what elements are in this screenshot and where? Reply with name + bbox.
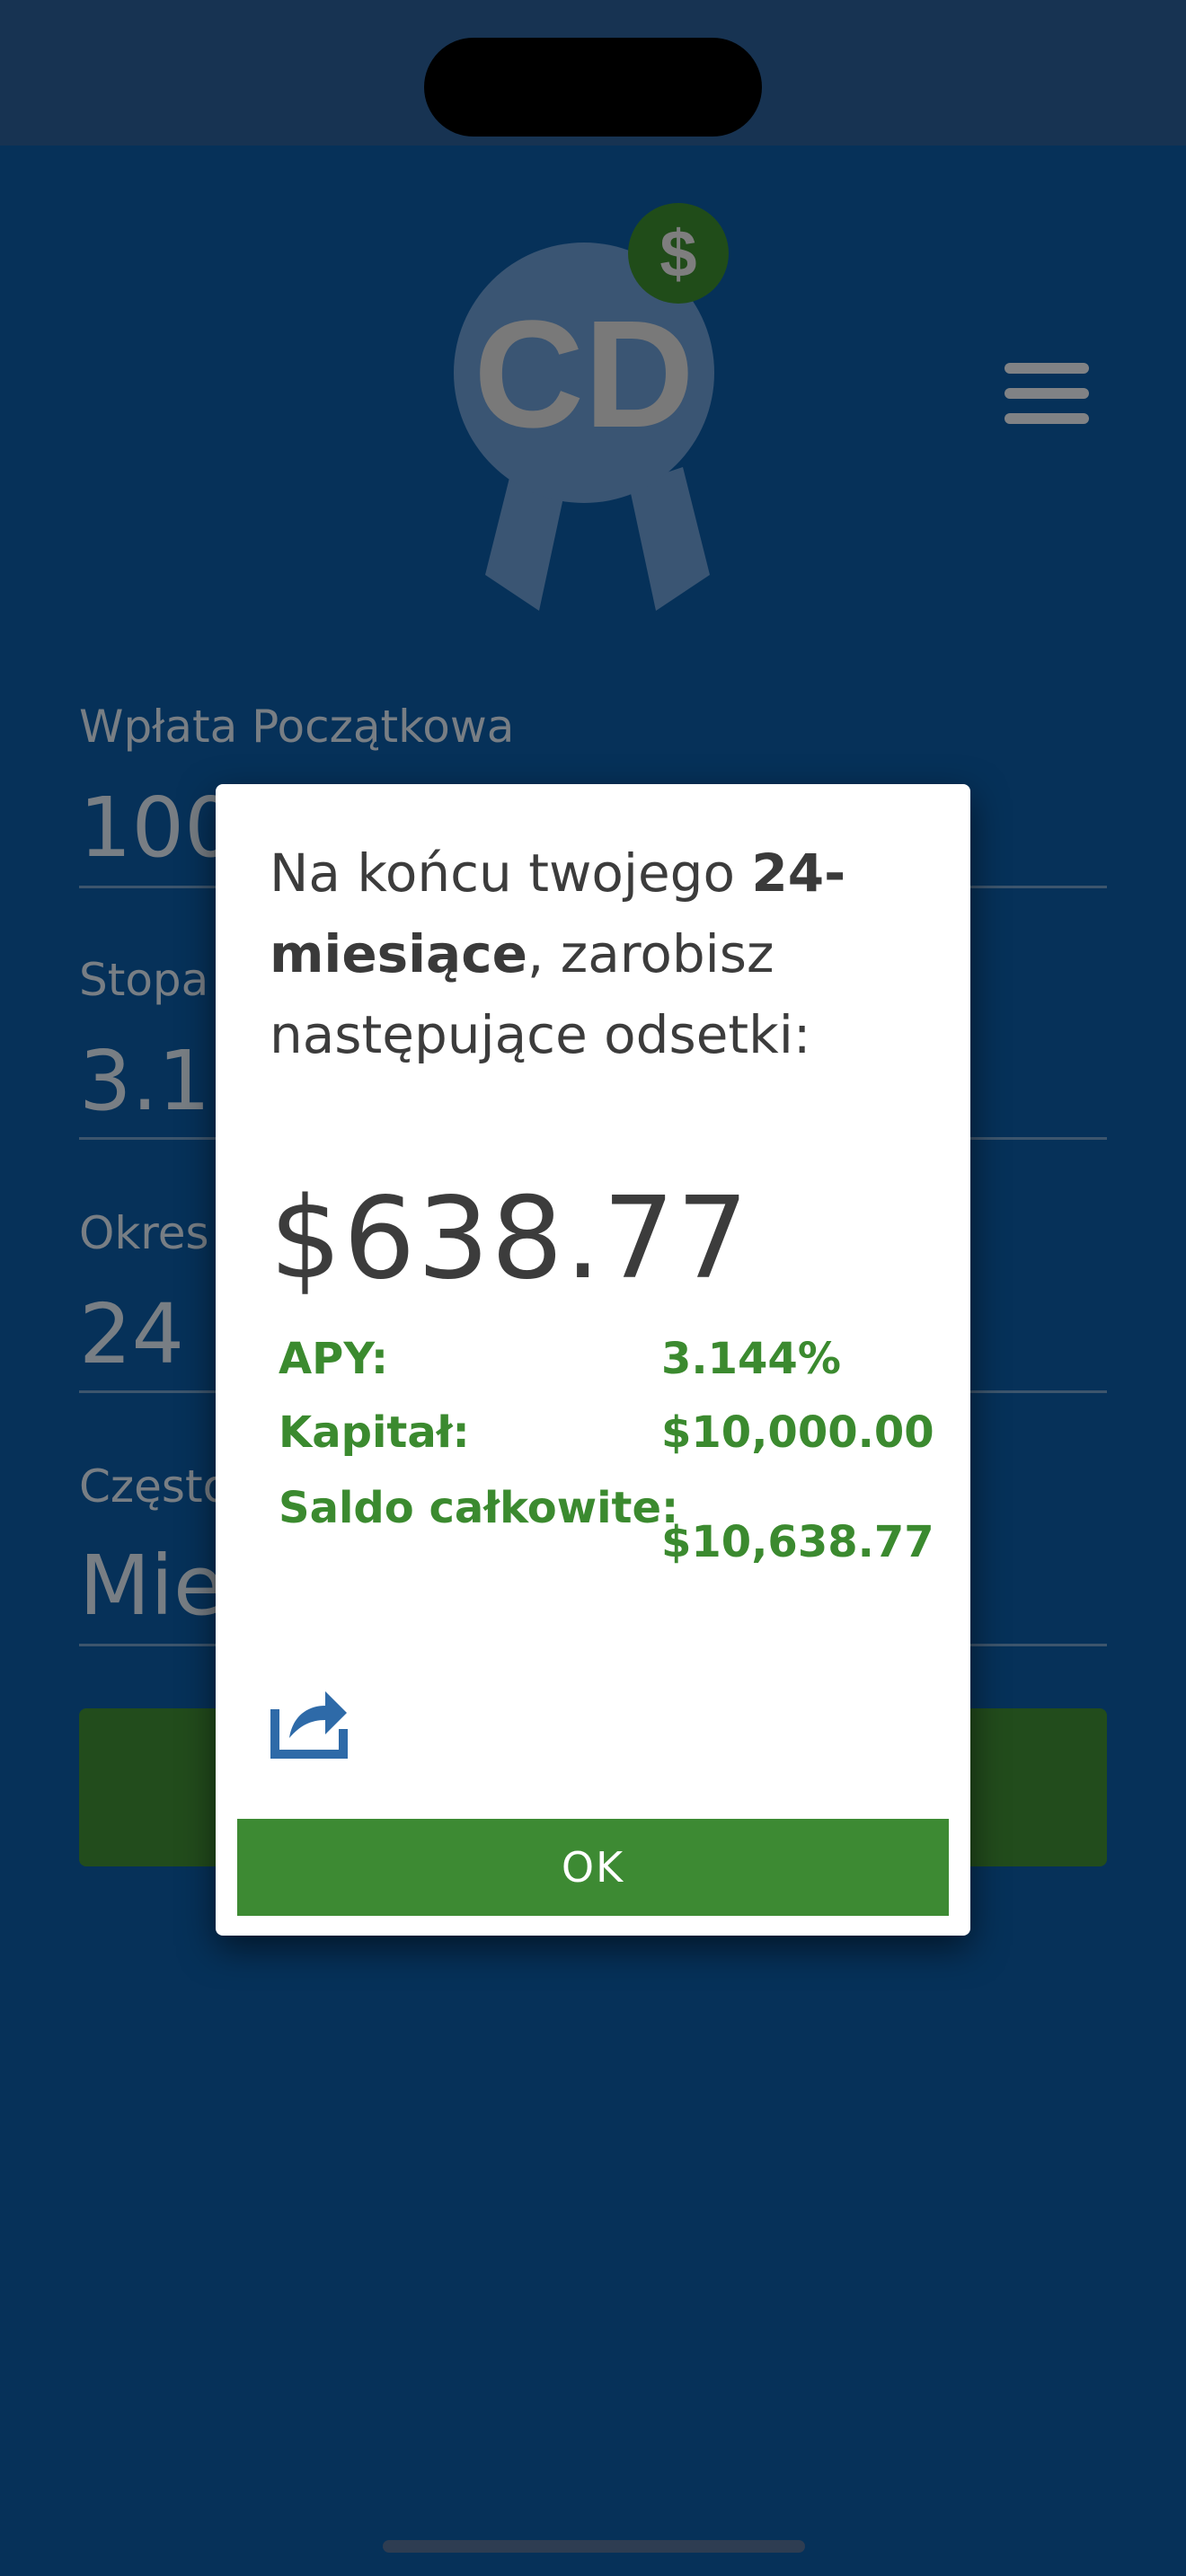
result-dialog: Na końcu twojego 24-miesiące, zarobisz n… — [216, 784, 970, 1936]
result-message: Na końcu twojego 24-miesiące, zarobisz n… — [270, 833, 916, 1075]
total-balance-value: $10,638.77 — [661, 1517, 934, 1567]
share-icon[interactable] — [270, 1682, 350, 1760]
ok-button[interactable]: OK — [237, 1819, 949, 1916]
message-prefix: Na końcu twojego — [270, 842, 752, 904]
apy-label: APY: — [279, 1334, 389, 1384]
principal-value: $10,000.00 — [661, 1407, 934, 1458]
interest-amount: $638.77 — [270, 1172, 751, 1304]
total-balance-label: Saldo całkowite: — [279, 1483, 679, 1533]
apy-value: 3.144% — [661, 1334, 841, 1384]
principal-label: Kapitał: — [279, 1407, 470, 1458]
home-indicator — [383, 2540, 805, 2553]
